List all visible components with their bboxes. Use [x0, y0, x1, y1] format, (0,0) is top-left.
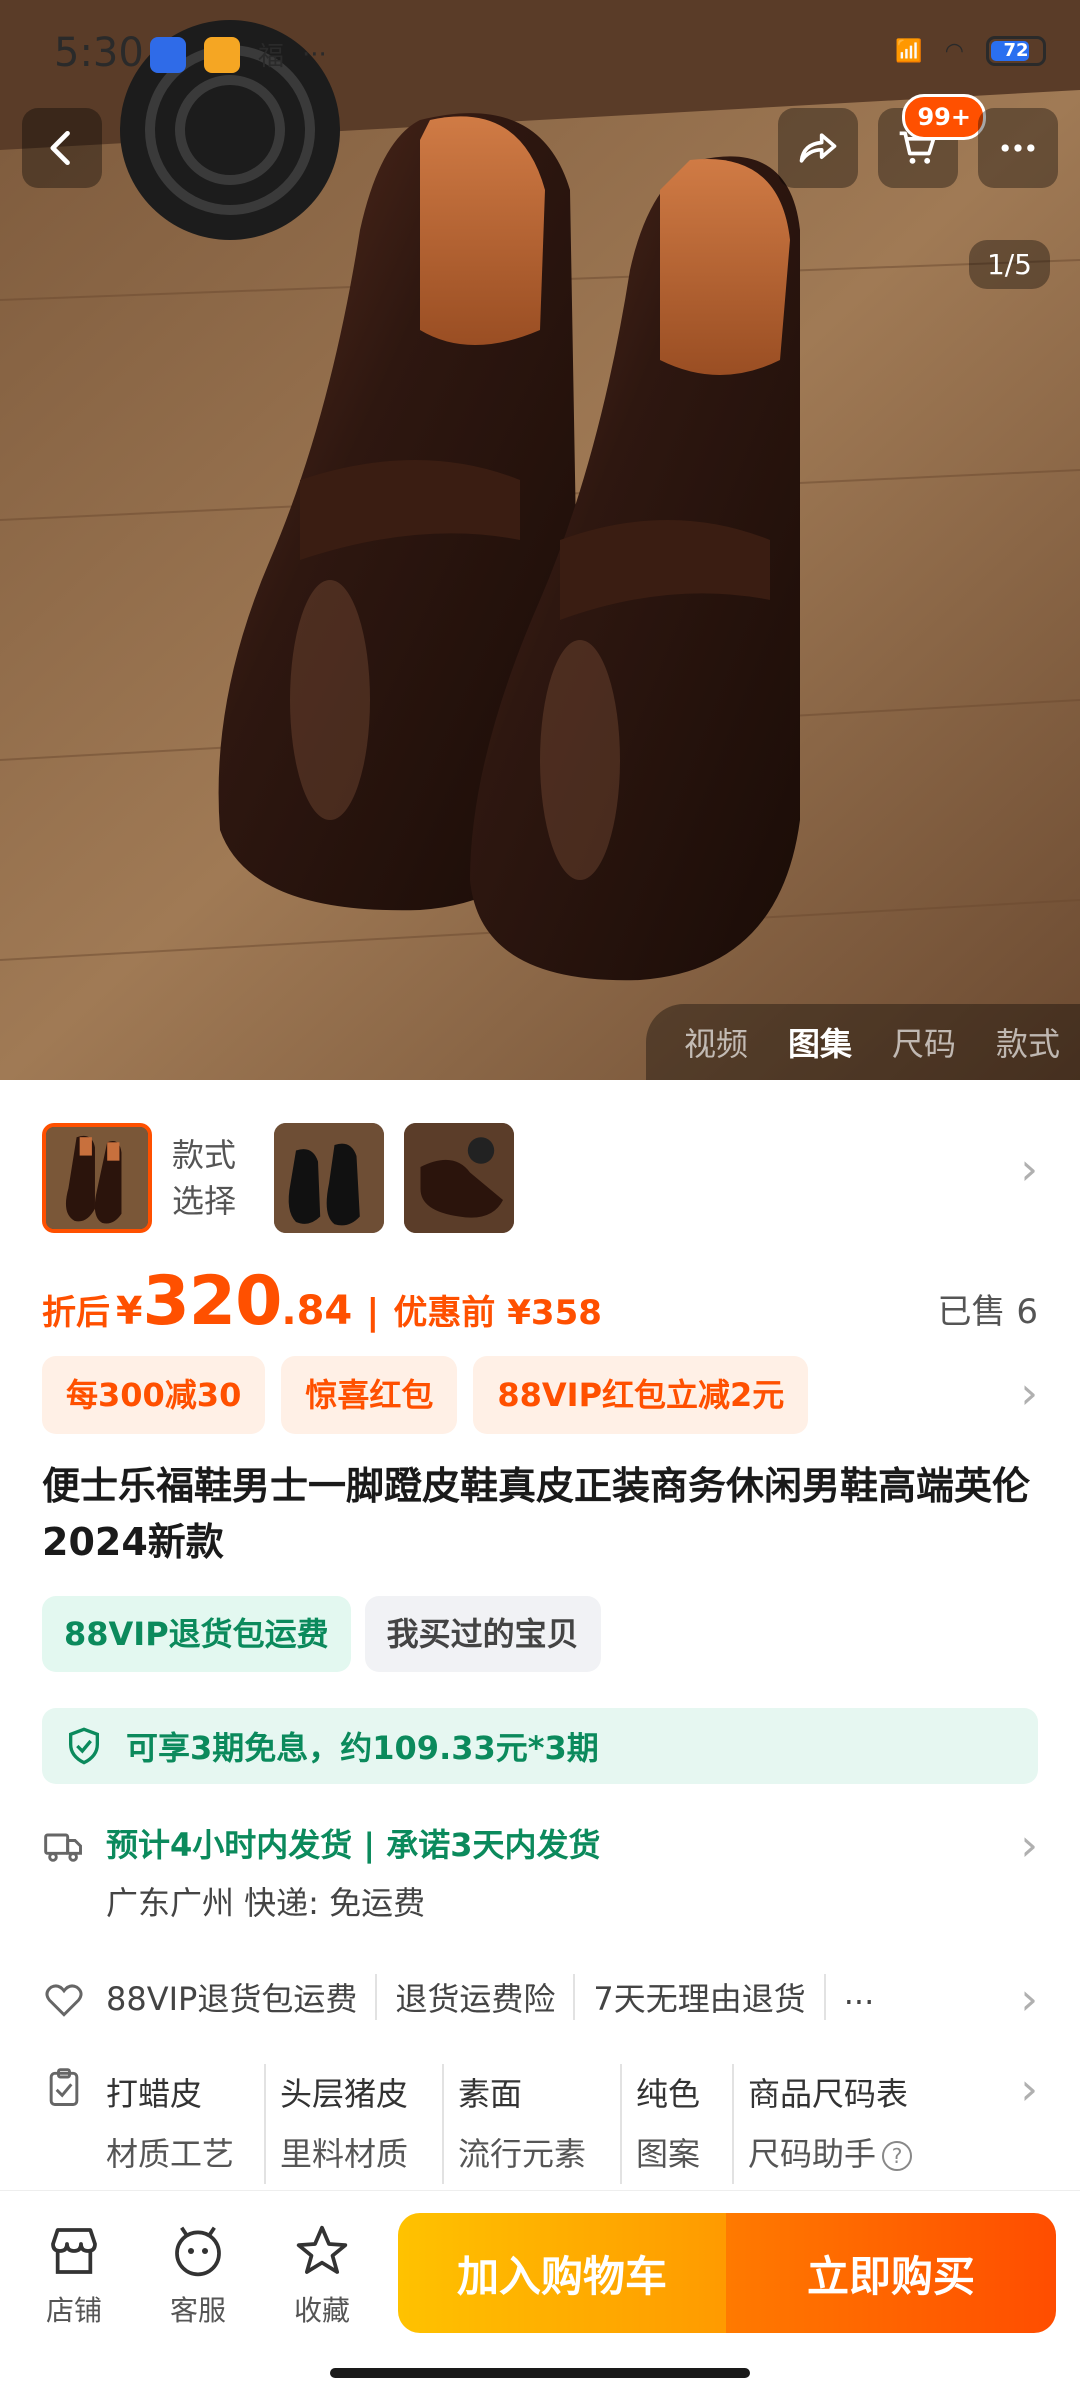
- chevron-right-icon[interactable]: ›: [1020, 1974, 1038, 2025]
- chevron-right-icon[interactable]: ›: [1020, 1368, 1038, 1419]
- attribute-value: 纯色: [636, 2075, 701, 2113]
- cart-button[interactable]: 99+: [878, 94, 986, 188]
- status-bar: 5:30 福 ··· 📶 ◠ 72: [0, 0, 1080, 110]
- customer-service-button[interactable]: 客服: [148, 2223, 248, 2329]
- installment-text: 可享3期免息，约109.33元*3期: [126, 1729, 599, 1767]
- style-thumb-image: [46, 1127, 148, 1229]
- service-item: 退货运费险: [375, 1974, 573, 2020]
- clipboard-icon: [49, 2068, 79, 2106]
- style-thumb-1[interactable]: [42, 1123, 152, 1233]
- shipping-row[interactable]: 预计4小时内发货 | 承诺3天内发货 广东广州 快递: 免运费 ›: [42, 1820, 1038, 1930]
- app-notification-icon: [150, 36, 186, 73]
- shopping-bag-icon: [204, 36, 240, 73]
- attribute-key: 材质工艺: [106, 2135, 235, 2173]
- attribute-item: 素面 流行元素: [442, 2064, 586, 2184]
- truck-icon: [44, 1833, 82, 1862]
- buy-now-button[interactable]: 立即购买: [726, 2213, 1056, 2333]
- discount-label: 折后: [42, 1293, 110, 1333]
- price-before-discount: 优惠前 ¥358: [393, 1293, 602, 1333]
- attribute-value: 打蜡皮: [106, 2075, 203, 2113]
- tab-style[interactable]: 款式: [996, 1019, 1060, 1065]
- shop-label: 店铺: [45, 2294, 102, 2327]
- share-arrow-icon: [799, 133, 837, 163]
- status-time: 5:30: [54, 30, 144, 76]
- shield-check-icon: [69, 1727, 99, 1765]
- store-icon: [51, 2228, 97, 2274]
- price-currency: ¥: [116, 1289, 143, 1333]
- status-app-text: 福: [258, 42, 285, 72]
- image-counter: 1/5: [968, 240, 1050, 289]
- attribute-value: 素面: [458, 2075, 523, 2113]
- product-title: 便士乐福鞋男士一脚蹬皮鞋真皮正装商务休闲男鞋高端英伦2024新款: [42, 1464, 1031, 1564]
- favorite-label: 收藏: [293, 2294, 350, 2327]
- chevron-left-icon: [50, 130, 70, 166]
- chevron-right-icon[interactable]: ›: [1020, 1820, 1038, 1871]
- promo-chip[interactable]: 惊喜红包: [281, 1356, 458, 1434]
- media-tabs: 视频 图集 尺码 款式: [645, 1004, 1080, 1080]
- style-selector-label: 款式选择: [172, 1136, 237, 1220]
- attribute-key: 图案: [636, 2135, 701, 2173]
- product-image-gallery[interactable]: 5:30 福 ··· 📶 ◠ 72 99+ 1/5 视频 图集 尺码 款式: [0, 0, 1080, 1080]
- attribute-item: 纯色 图案: [620, 2064, 700, 2184]
- attribute-value: 头层猪皮: [280, 2075, 409, 2113]
- attribute-item: 头层猪皮 里料材质: [264, 2064, 408, 2184]
- style-thumb-2[interactable]: [274, 1123, 384, 1233]
- service-item: 88VIP退货包运费: [106, 1980, 358, 2018]
- service-item: 7天无理由退货: [573, 1974, 823, 2020]
- vip-return-tag[interactable]: 88VIP退货包运费: [42, 1596, 351, 1672]
- price-row: 折后 ¥ 320 .84 | 优惠前 ¥358: [42, 1262, 1038, 1342]
- tab-gallery[interactable]: 图集: [788, 1019, 852, 1065]
- status-more-text: ···: [302, 39, 327, 70]
- service-label: 客服: [169, 2294, 226, 2327]
- price-decimal: .84: [281, 1288, 353, 1334]
- style-thumb-image: [274, 1123, 384, 1233]
- more-button[interactable]: [978, 108, 1058, 188]
- services-row[interactable]: 88VIP退货包运费 退货运费险 7天无理由退货 ... ›: [42, 1974, 1038, 2030]
- size-links[interactable]: 商品尺码表 尺码助手?: [732, 2064, 913, 2184]
- style-thumb-image: [404, 1123, 514, 1233]
- shop-button[interactable]: 店铺: [24, 2223, 124, 2329]
- attribute-key: 流行元素: [458, 2135, 587, 2173]
- style-selector[interactable]: 款式选择 ›: [42, 1122, 1038, 1234]
- promo-chip[interactable]: 每300减30: [42, 1356, 266, 1434]
- attributes-row[interactable]: 打蜡皮 材质工艺 头层猪皮 里料材质 素面 流行元素 纯色 图案 商品尺码表 尺…: [42, 2064, 1038, 2184]
- battery-icon: 72: [986, 36, 1046, 66]
- chat-face-icon: [175, 2226, 221, 2277]
- promo-chip[interactable]: 88VIP红包立减2元: [473, 1356, 809, 1434]
- service-more: ...: [823, 1974, 893, 2020]
- bought-before-tag[interactable]: 我买过的宝贝: [364, 1596, 601, 1672]
- cart-badge: 99+: [902, 94, 986, 140]
- attribute-key: 里料材质: [280, 2135, 409, 2173]
- size-helper-link[interactable]: 尺码助手: [748, 2135, 876, 2173]
- price-separator: |: [366, 1292, 380, 1333]
- wifi-icon: ◠: [944, 38, 964, 64]
- price-integer: 320: [142, 1262, 282, 1341]
- product-tags: 88VIP退货包运费 我买过的宝贝: [42, 1596, 601, 1672]
- chevron-right-icon[interactable]: ›: [1020, 2064, 1038, 2115]
- promo-chips[interactable]: 每300减30 惊喜红包 88VIP红包立减2元 ›: [42, 1356, 1038, 1434]
- back-button[interactable]: [22, 108, 102, 188]
- sold-count: 已售 6: [937, 1292, 1038, 1332]
- style-thumb-3[interactable]: [404, 1123, 514, 1233]
- installment-banner[interactable]: 可享3期免息，约109.33元*3期: [42, 1708, 1038, 1784]
- size-chart-link[interactable]: 商品尺码表: [748, 2064, 912, 2124]
- tab-size[interactable]: 尺码: [892, 1019, 956, 1065]
- more-dots-icon: [1001, 144, 1035, 152]
- bottom-action-bar: 店铺 客服 收藏 加入购物车 立即购买: [0, 2190, 1080, 2400]
- signal-icon: 📶: [895, 38, 923, 64]
- help-icon[interactable]: ?: [882, 2141, 913, 2171]
- home-indicator[interactable]: [330, 2368, 750, 2378]
- shipping-origin: 广东广州 快递: 免运费: [106, 1884, 426, 1922]
- share-button[interactable]: [778, 108, 858, 188]
- favorite-button[interactable]: 收藏: [272, 2223, 372, 2329]
- add-to-cart-button[interactable]: 加入购物车: [398, 2213, 726, 2333]
- shipping-time: 预计4小时内发货 | 承诺3天内发货: [106, 1826, 601, 1864]
- heart-shield-icon: [45, 1984, 83, 2017]
- chevron-right-icon[interactable]: ›: [1020, 1144, 1038, 1195]
- tab-video[interactable]: 视频: [684, 1019, 748, 1065]
- attribute-item: 打蜡皮 材质工艺: [106, 2064, 234, 2184]
- star-icon: [296, 2225, 348, 2274]
